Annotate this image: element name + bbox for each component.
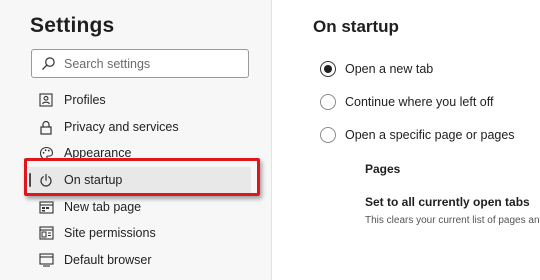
page-title: On startup [313, 17, 399, 36]
sidebar-title: Settings [30, 14, 115, 37]
power-icon [38, 172, 54, 188]
set-all-tabs-description: This clears your current list of pages a… [365, 215, 540, 226]
default-browser-icon [38, 252, 54, 268]
sidebar-item-on-startup[interactable]: On startup [29, 167, 251, 193]
startup-option-new-tab[interactable]: Open a new tab [320, 59, 433, 79]
sidebar-item-appearance[interactable]: Appearance [29, 140, 251, 166]
palette-icon [38, 145, 54, 161]
search-icon [40, 56, 56, 72]
startup-option-continue[interactable]: Continue where you left off [320, 92, 493, 112]
sidebar-item-label: On startup [64, 173, 123, 187]
sidebar-item-label: Profiles [64, 93, 106, 107]
sidebar-item-default-browser[interactable]: Default browser [29, 247, 251, 273]
site-permissions-icon [38, 225, 54, 241]
sidebar-item-label: Default browser [64, 253, 152, 267]
option-label: Open a new tab [345, 62, 434, 76]
sidebar-item-label: Appearance [64, 146, 132, 160]
option-label: Open a specific page or pages [345, 128, 515, 142]
set-all-tabs-heading[interactable]: Set to all currently open tabs [365, 195, 530, 209]
sidebar-item-new-tab-page[interactable]: New tab page [29, 194, 251, 220]
new-tab-icon [38, 199, 54, 215]
radio-button[interactable] [320, 94, 336, 110]
sidebar-item-profiles[interactable]: Profiles [29, 87, 251, 113]
search-input[interactable] [64, 56, 244, 71]
option-label: Continue where you left off [345, 95, 494, 109]
startup-option-specific-pages[interactable]: Open a specific page or pages [320, 125, 515, 145]
sidebar-item-privacy[interactable]: Privacy and services [29, 114, 251, 140]
profile-card-icon [38, 92, 54, 108]
active-indicator [29, 173, 31, 187]
pages-heading: Pages [365, 162, 401, 176]
radio-button-checked[interactable] [320, 61, 336, 77]
sidebar-item-label: Privacy and services [64, 120, 179, 134]
search-box[interactable] [31, 49, 249, 78]
radio-button[interactable] [320, 127, 336, 143]
sidebar-item-site-permissions[interactable]: Site permissions [29, 220, 251, 246]
sidebar-item-label: Site permissions [64, 226, 156, 240]
settings-sidebar: Settings Profiles Privacy and serv [0, 0, 272, 280]
sidebar-item-label: New tab page [64, 200, 142, 214]
lock-icon [38, 119, 54, 135]
